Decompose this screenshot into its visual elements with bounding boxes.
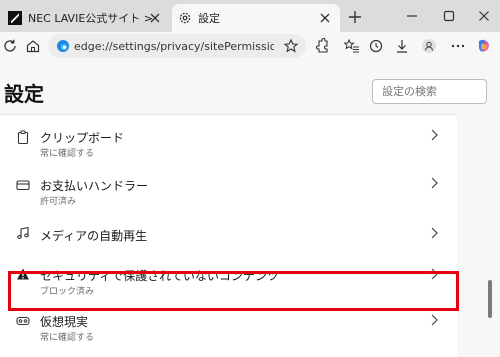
chevron-right-icon [431,227,438,239]
tab-nec-lavie[interactable]: NEC LAVIE公式サイト > サービス＆サ [2,4,170,32]
close-icon[interactable] [318,11,332,25]
item-subtitle: 許可済み [40,197,77,207]
download-icon[interactable] [394,38,410,54]
nec-logo-icon [8,11,22,25]
more-menu-icon[interactable] [450,38,466,54]
item-title: クリップボード [40,131,125,145]
item-title: お支払いハンドラー [40,179,149,193]
new-tab-icon[interactable] [346,8,364,26]
maximize-icon[interactable] [441,8,457,24]
item-title: 仮想現実 [40,315,89,329]
address-bar[interactable]: edge://settings/privacy/sitePermissions/… [48,34,306,58]
browser-toolbar: edge://settings/privacy/sitePermissions/… [0,32,500,60]
favorites-list-icon[interactable] [344,38,360,54]
item-title: メディアの自動再生 [40,229,148,243]
tab-bar: NEC LAVIE公式サイト > サービス＆サ 設定 [0,0,500,32]
extensions-icon[interactable] [314,38,330,54]
list-item-clipboard[interactable]: クリップボード 常に確認する [0,115,457,165]
history-icon[interactable] [368,38,384,54]
scrollbar-thumb[interactable] [488,280,492,318]
chevron-right-icon [431,314,438,326]
music-note-icon [17,226,29,239]
vr-headset-icon [16,316,30,326]
profile-icon[interactable] [421,38,437,54]
chevron-right-icon [431,177,438,189]
chevron-right-icon [431,129,438,141]
settings-page: 設定 設定の検索 クリップボード 常に確認する お支払いハンドラー 許可済み メ… [0,60,500,357]
window-close-icon[interactable] [476,8,492,24]
gear-icon [179,12,191,24]
page-title: 設定 [4,82,44,106]
site-permissions-list: クリップボード 常に確認する お支払いハンドラー 許可済み メディアの自動再生 … [0,114,457,357]
item-subtitle: 常に確認する [40,149,95,159]
clipboard-icon [17,130,29,144]
credit-card-icon [16,180,30,191]
settings-search-input[interactable]: 設定の検索 [372,79,487,104]
copilot-icon[interactable] [476,38,492,54]
list-item-media-autoplay[interactable]: メディアの自動再生 [0,211,457,257]
tab-settings[interactable]: 設定 [172,4,340,32]
item-subtitle: 常に確認する [40,333,95,343]
refresh-icon[interactable] [2,38,18,54]
list-item-payment-handler[interactable]: お支払いハンドラー 許可済み [0,165,457,211]
home-icon[interactable] [25,38,41,54]
close-icon[interactable] [148,11,162,25]
url-text: edge://settings/privacy/sitePermissions/… [74,39,274,53]
minimize-icon[interactable] [404,8,420,24]
highlight-frame [8,271,459,311]
tab-title: 設定 [198,12,220,25]
tab-title: NEC LAVIE公式サイト > サービス＆サ [28,12,152,25]
edge-logo-icon [57,40,69,52]
favorite-star-icon[interactable] [283,38,299,54]
